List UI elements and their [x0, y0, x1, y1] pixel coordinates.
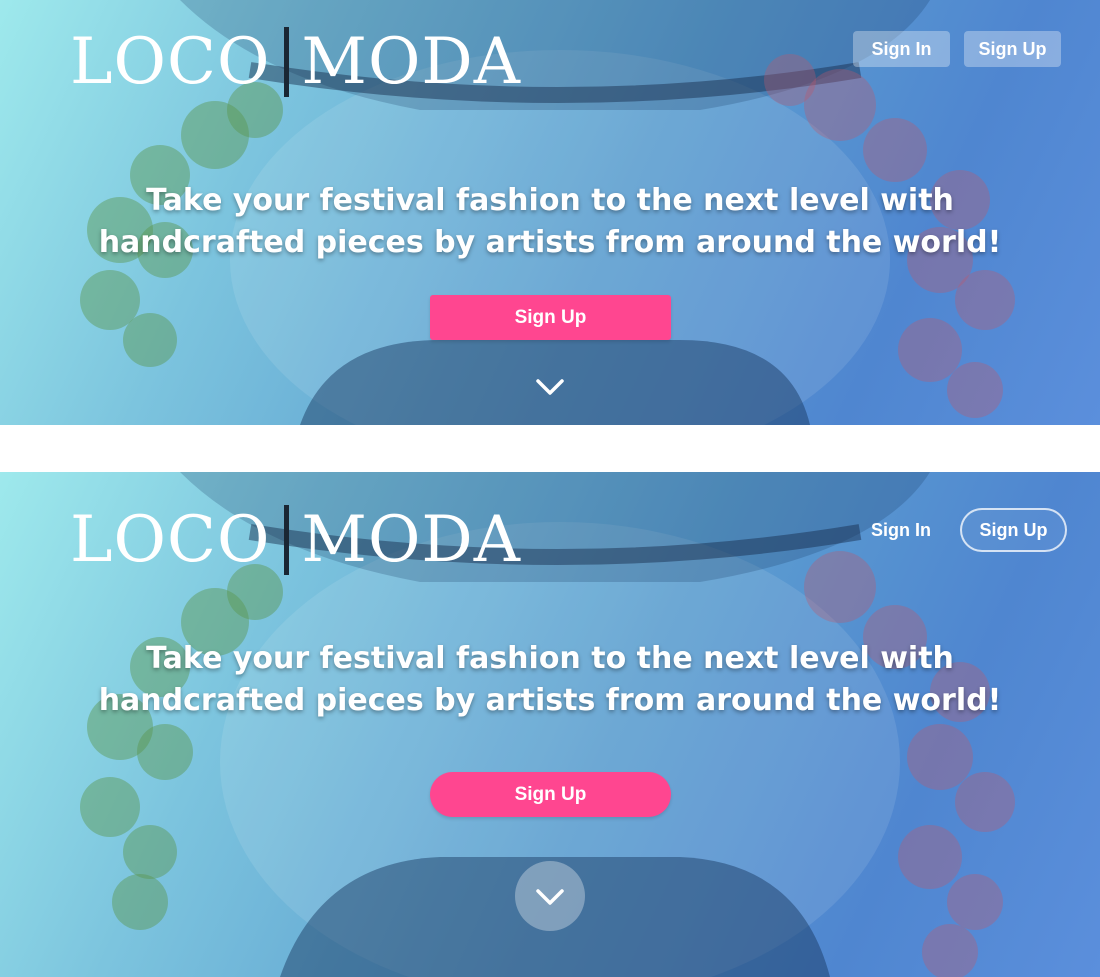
logo-text-right: MODA — [301, 503, 521, 577]
hero-section-v1: LOCO MODA Sign In Sign Up Take your fest… — [0, 0, 1100, 425]
headline-line-1: Take your festival fashion to the next l… — [146, 183, 954, 218]
hero-headline: Take your festival fashion to the next l… — [0, 180, 1100, 264]
cta-sign-up-button[interactable]: Sign Up — [430, 295, 671, 340]
hero-headline: Take your festival fashion to the next l… — [0, 638, 1100, 722]
sign-up-button[interactable]: Sign Up — [964, 31, 1061, 67]
chevron-down-icon — [536, 889, 564, 905]
sign-in-link[interactable]: Sign In — [860, 512, 942, 548]
logo[interactable]: LOCO MODA — [70, 26, 521, 98]
logo-divider — [284, 505, 290, 575]
headline-line-2: handcrafted pieces by artists from aroun… — [98, 683, 1002, 718]
sign-in-button[interactable]: Sign In — [853, 31, 950, 67]
logo-text-left: LOCO — [70, 25, 271, 99]
headline-line-2: handcrafted pieces by artists from aroun… — [98, 225, 1002, 260]
logo[interactable]: LOCO MODA — [70, 504, 521, 576]
hero-section-v2: LOCO MODA Sign In Sign Up Take your fest… — [0, 472, 1100, 977]
logo-text-left: LOCO — [70, 503, 271, 577]
chevron-down-icon[interactable] — [534, 376, 566, 398]
cta-sign-up-button[interactable]: Sign Up — [430, 772, 671, 817]
sign-up-button[interactable]: Sign Up — [960, 508, 1067, 552]
logo-text-right: MODA — [301, 25, 521, 99]
logo-divider — [284, 27, 290, 97]
headline-line-1: Take your festival fashion to the next l… — [146, 641, 954, 676]
scroll-down-button[interactable] — [515, 861, 585, 931]
